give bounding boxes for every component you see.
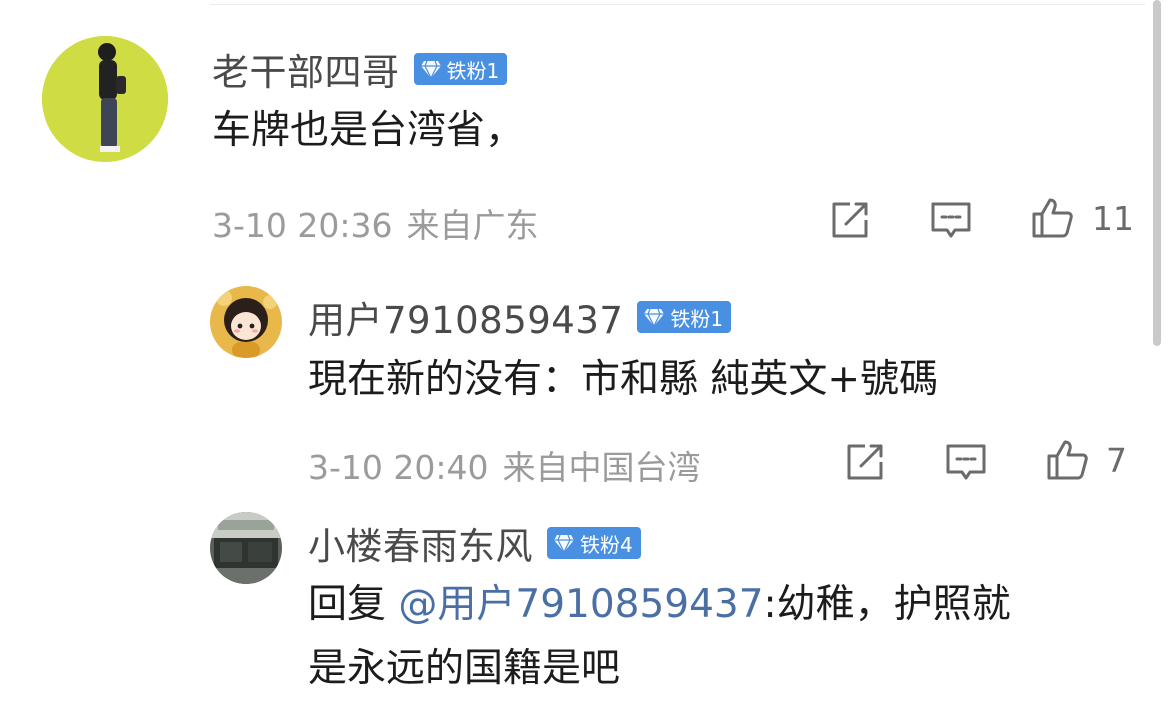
diamond-icon (420, 60, 441, 79)
location: 来自广东 (406, 206, 539, 245)
badge-label: 铁粉1 (670, 306, 724, 331)
top-divider (210, 4, 1145, 5)
reply-text-line1: :幼稚，护照就 (763, 582, 1011, 627)
like-icon (1032, 198, 1073, 238)
reply-prefix: 回复 (308, 582, 399, 627)
reply-header: 小楼春雨东风 铁粉4 (308, 516, 641, 570)
like-button[interactable] (1045, 438, 1089, 482)
share-button[interactable] (828, 198, 872, 242)
location: 来自中国台湾 (502, 448, 701, 487)
diamond-icon (644, 308, 665, 327)
reply-meta: 3-10 20:40 来自中国台湾 (308, 441, 715, 489)
comment-button[interactable] (929, 198, 973, 242)
comment-header: 老干部四哥 铁粉1 (212, 42, 508, 96)
reply-header: 用户7910859437 铁粉1 (308, 290, 732, 344)
fan-badge: 铁粉1 (637, 301, 732, 333)
like-count: 7 (1106, 441, 1127, 480)
comment-meta: 3-10 20:36 来自广东 (212, 199, 553, 247)
avatar[interactable] (42, 36, 168, 162)
avatar[interactable] (210, 286, 282, 358)
timestamp: 3-10 20:40 (308, 448, 489, 487)
diamond-icon (554, 534, 574, 553)
like-icon (1047, 440, 1088, 480)
username[interactable]: 老干部四哥 (212, 42, 400, 96)
comment-text: 车牌也是台湾省， (212, 108, 525, 153)
comment-button[interactable] (944, 440, 988, 484)
reply-text: 回复 @用户7910859437:幼稚，护照就 (308, 574, 1011, 636)
share-icon (832, 202, 868, 238)
reply-text-line2: 是永远的国籍是吧 (308, 646, 621, 691)
comment-icon (931, 202, 971, 238)
share-button[interactable] (843, 440, 887, 484)
badge-label: 铁粉1 (446, 58, 500, 83)
fan-badge: 铁粉1 (413, 53, 508, 85)
like-count: 11 (1092, 199, 1134, 238)
scrollbar[interactable] (1153, 0, 1161, 346)
username[interactable]: 用户7910859437 (308, 290, 623, 344)
fan-badge: 铁粉4 (547, 527, 641, 559)
reply-text: 現在新的没有：市和縣 純英文+號碼 (308, 357, 939, 402)
mention-link[interactable]: @用户7910859437 (398, 582, 763, 627)
timestamp: 3-10 20:36 (212, 206, 393, 245)
badge-label: 铁粉4 (580, 532, 633, 557)
username[interactable]: 小楼春雨东风 (308, 516, 533, 570)
comment-icon (946, 444, 986, 480)
avatar[interactable] (210, 512, 282, 584)
share-icon (847, 444, 883, 480)
like-button[interactable] (1030, 196, 1074, 240)
